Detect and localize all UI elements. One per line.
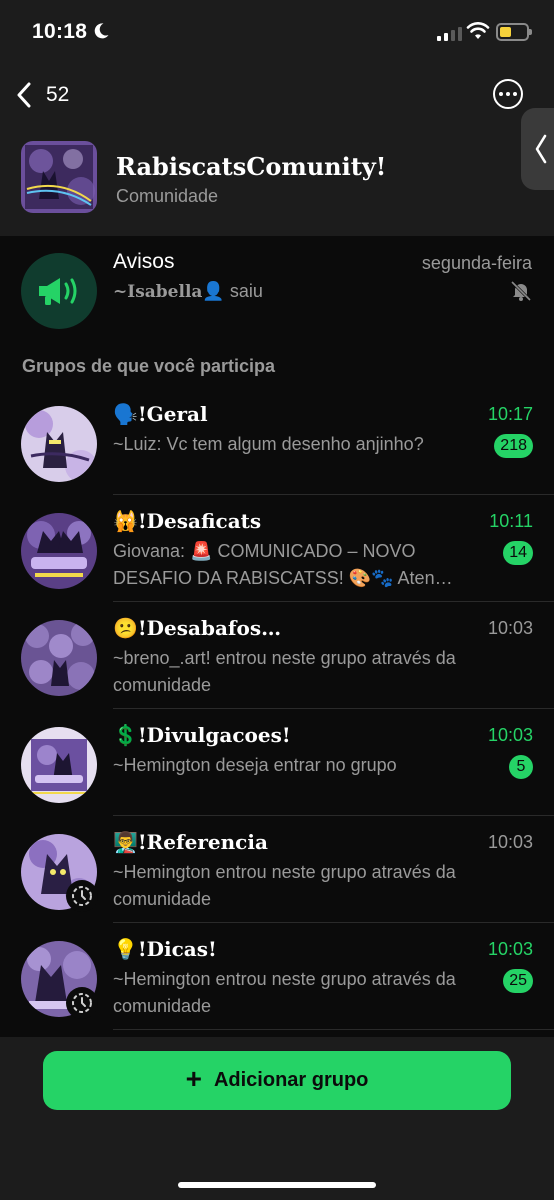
back-count: 52: [46, 83, 70, 106]
moon-icon: [94, 23, 109, 39]
more-icon[interactable]: [493, 79, 523, 109]
group-last-message: ~Luiz: Vc tem algum desenho anjinho?: [113, 434, 424, 454]
community-subtitle: Comunidade: [116, 186, 219, 206]
group-name: 🗣️!Geral: [113, 402, 208, 426]
status-bar: 10:18: [0, 0, 554, 66]
status-time: 10:18: [32, 20, 88, 43]
announcements-last-message: ~Isabella👤 saiu: [113, 281, 263, 302]
announcements-avatar: [21, 253, 97, 329]
unread-badge: 218: [494, 434, 533, 458]
group-list: 🗣️!Geral 10:17 ~Luiz: Vc tem algum desen…: [0, 388, 554, 1030]
announcements-sender: ~Isabella: [113, 282, 203, 302]
announcements-sender-emoji: 👤: [202, 281, 225, 301]
home-indicator[interactable]: [178, 1182, 376, 1188]
wifi-icon: [466, 22, 490, 39]
group-row-dicas[interactable]: 💡!Dicas! 10:03 ~Hemington entrou neste g…: [0, 923, 554, 1030]
group-last-message: ~Hemington entrou neste grupo através da…: [113, 969, 456, 1016]
community-avatar[interactable]: [21, 141, 97, 213]
group-time: 10:03: [487, 725, 533, 745]
add-group-label: Adicionar grupo: [213, 1069, 369, 1091]
announcements-message: saiu: [224, 281, 263, 301]
community-name: RabiscatsComunity!: [116, 152, 387, 181]
group-last-message: ~Hemington deseja entrar no grupo: [113, 755, 397, 775]
group-time: 10:03: [487, 618, 533, 638]
unread-badge: 5: [509, 755, 533, 779]
announcements-title: Avisos: [113, 250, 175, 273]
side-panel-chevron-icon: [535, 134, 547, 164]
plus-icon: +: [185, 1063, 202, 1094]
signal-icon: [437, 25, 462, 41]
group-avatar: [21, 406, 97, 482]
pending-timer-icon: [66, 987, 98, 1019]
group-last-message: Giovana: 🚨 COMUNICADO – NOVO DESAFIO DA …: [113, 541, 453, 588]
group-name: 😕!Desabafos…: [113, 616, 282, 640]
group-last-message: ~Hemington entrou neste grupo através da…: [113, 862, 456, 909]
group-avatar: [21, 620, 97, 696]
community-header: 52 RabiscatsComunity! Comunidade: [0, 66, 554, 236]
muted-bell-icon: [510, 280, 532, 302]
group-row-desaficats[interactable]: 🙀!Desaficats 10:11 Giovana: 🚨 COMUNICADO…: [0, 495, 554, 602]
group-avatar: [21, 727, 97, 803]
back-chevron-icon: [17, 82, 31, 108]
add-group-button[interactable]: + Adicionar grupo: [43, 1051, 511, 1110]
group-last-message: ~breno_.art! entrou neste grupo através …: [113, 648, 456, 695]
group-name: 💲!Divulgacoes!: [113, 723, 291, 747]
battery-icon: [496, 23, 532, 41]
group-time: 10:03: [487, 832, 533, 852]
side-panel-handle[interactable]: [521, 108, 554, 190]
bottom-bar: + Adicionar grupo: [0, 1037, 554, 1200]
section-title: Grupos de que você participa: [22, 356, 276, 376]
pending-timer-icon: [66, 880, 98, 912]
group-row-referencia[interactable]: 👨‍🏫!Referencia 10:03 ~Hemington entrou n…: [0, 816, 554, 923]
group-time: 10:11: [489, 511, 533, 531]
group-name: 🙀!Desaficats: [113, 509, 262, 533]
unread-badge: 14: [503, 541, 533, 565]
group-row-desabafos[interactable]: 😕!Desabafos… 10:03 ~breno_.art! entrou n…: [0, 602, 554, 709]
group-name: 💡!Dicas!: [113, 937, 217, 961]
unread-badge: 25: [503, 969, 533, 993]
group-avatar: [21, 513, 97, 589]
group-time: 10:17: [487, 404, 533, 424]
group-name: 👨‍🏫!Referencia: [113, 830, 268, 854]
group-row-divulgacoes[interactable]: 💲!Divulgacoes! 10:03 ~Hemington deseja e…: [0, 709, 554, 816]
megaphone-icon: [39, 278, 77, 305]
group-row-geral[interactable]: 🗣️!Geral 10:17 ~Luiz: Vc tem algum desen…: [0, 388, 554, 495]
back-button[interactable]: 52: [16, 82, 69, 108]
announcements-time: segunda-feira: [421, 253, 532, 273]
group-time: 10:03: [487, 939, 533, 959]
announcements-row[interactable]: Avisos segunda-feira ~Isabella👤 saiu: [0, 236, 554, 346]
